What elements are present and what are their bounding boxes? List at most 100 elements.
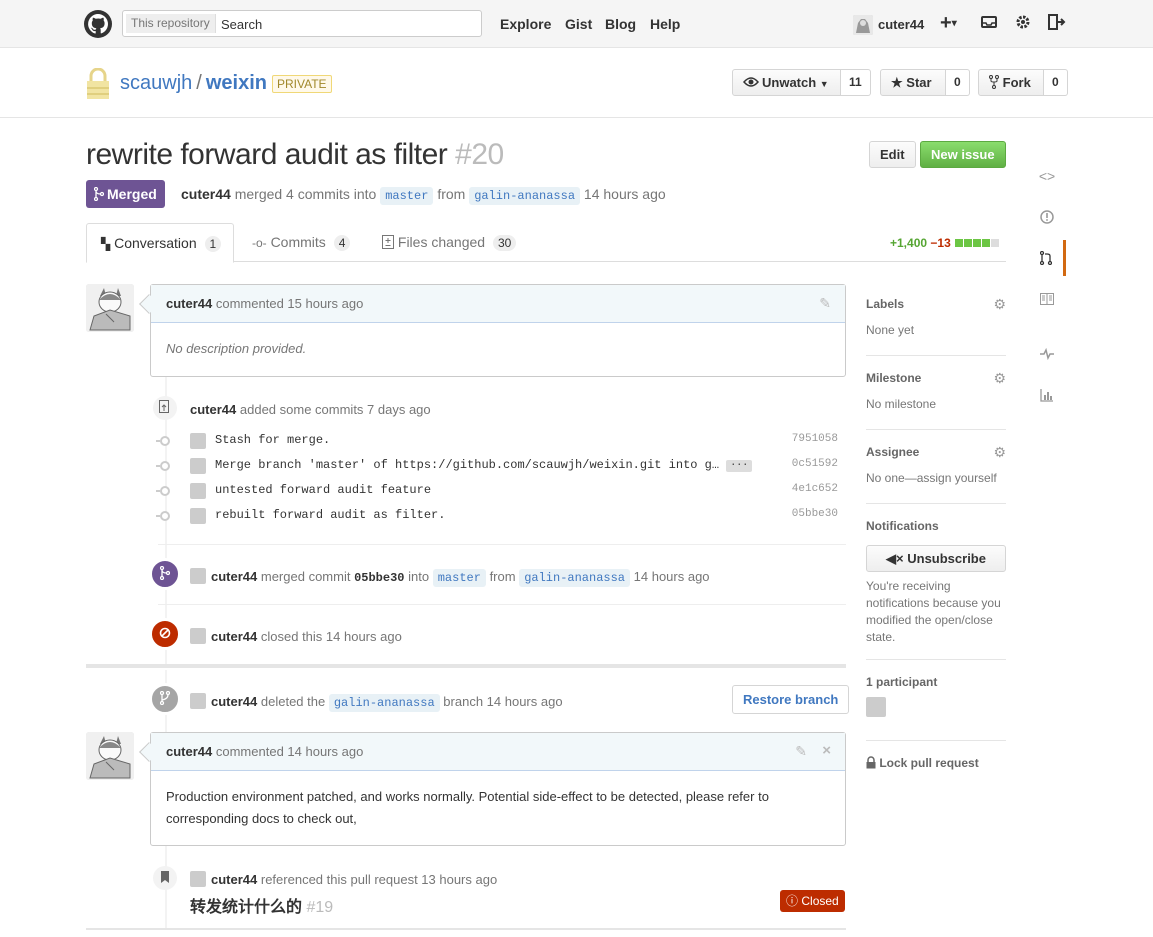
- comment-box: cuter44 commented 14 hours ago ✎ × Produ…: [139, 732, 846, 846]
- sign-out-icon[interactable]: [1048, 14, 1066, 35]
- fork-button[interactable]: Fork: [978, 69, 1044, 96]
- head-branch[interactable]: galin-ananassa: [469, 187, 581, 205]
- search-box[interactable]: This repository: [122, 10, 482, 37]
- sidebar-divider: [866, 503, 1006, 504]
- commit-author-avatar[interactable]: [190, 483, 206, 499]
- tab-files-changed[interactable]: Files changed 30: [382, 223, 517, 262]
- milestone-gear-icon[interactable]: ⚙: [993, 370, 1006, 387]
- repo-owner-link[interactable]: scauwjh: [120, 72, 192, 94]
- tab-commits[interactable]: -o- Commits 4: [252, 223, 351, 262]
- commit-author-avatar[interactable]: [190, 458, 206, 474]
- labels-gear-icon[interactable]: ⚙: [993, 296, 1006, 313]
- pulse-icon[interactable]: [1028, 336, 1066, 372]
- mute-icon: ◀×: [886, 551, 904, 566]
- commit-author-avatar[interactable]: [190, 433, 206, 449]
- tab-files-count: 30: [492, 235, 517, 251]
- nav-blog[interactable]: Blog: [605, 16, 636, 32]
- forks-count[interactable]: 0: [1044, 69, 1068, 96]
- pencil-icon[interactable]: ✎: [819, 295, 831, 312]
- ref-event-author[interactable]: cuter44: [211, 872, 257, 887]
- ref-issue-title[interactable]: 转发统计什么的: [190, 899, 302, 916]
- comment-author[interactable]: cuter44: [166, 296, 212, 311]
- participant-avatar[interactable]: [866, 697, 886, 717]
- merged-head-branch[interactable]: galin-ananassa: [519, 569, 631, 587]
- state-label: Merged: [107, 186, 157, 202]
- chevron-down-icon: ▼: [819, 79, 829, 89]
- commit-message[interactable]: rebuilt forward audit as filter.: [215, 508, 445, 522]
- inbox-icon[interactable]: [981, 14, 997, 35]
- commits-event-author[interactable]: cuter44: [190, 402, 236, 417]
- commit-dot-icon: [156, 461, 170, 471]
- commit-message[interactable]: untested forward audit feature: [215, 483, 431, 497]
- divider: [158, 544, 846, 545]
- issues-icon[interactable]: [1028, 199, 1066, 235]
- event-author-avatar[interactable]: [190, 568, 206, 584]
- lock-pr-label: Lock pull request: [879, 756, 979, 770]
- merged-commit-sha[interactable]: 05bbe30: [354, 571, 404, 585]
- from-text: from: [437, 186, 466, 202]
- fork-label: Fork: [1002, 75, 1031, 90]
- sidebar-divider: [866, 740, 1006, 741]
- unsubscribe-button[interactable]: ◀× Unsubscribe: [866, 545, 1006, 572]
- pull-requests-icon[interactable]: [1028, 240, 1066, 276]
- git-merge-icon: [93, 186, 105, 202]
- nav-help[interactable]: Help: [650, 16, 680, 32]
- pr-author-link[interactable]: cuter44: [181, 186, 231, 202]
- assignee-value[interactable]: No one—assign yourself: [866, 471, 1006, 485]
- new-issue-button[interactable]: New issue: [920, 141, 1006, 168]
- comment-box: cuter44 commented 15 hours ago ✎ No desc…: [139, 284, 846, 377]
- username-link[interactable]: cuter44: [878, 17, 924, 32]
- commit-message-text[interactable]: Merge branch 'master' of https://github.…: [215, 458, 719, 472]
- commit-sha[interactable]: 05bbe30: [792, 508, 838, 520]
- commit-sha[interactable]: 0c51592: [792, 458, 838, 470]
- private-badge: PRIVATE: [272, 75, 332, 93]
- lock-pr-link[interactable]: Lock pull request: [866, 756, 1006, 770]
- star-button[interactable]: ★ Star: [880, 69, 946, 96]
- event-author-avatar[interactable]: [190, 693, 206, 709]
- commit-sha[interactable]: 7951058: [792, 433, 838, 445]
- wiki-icon[interactable]: [1028, 281, 1066, 317]
- event-author-avatar[interactable]: [190, 628, 206, 644]
- closed-event-author[interactable]: cuter44: [211, 629, 257, 644]
- eye-icon: [743, 77, 759, 87]
- merged-base-branch[interactable]: master: [432, 569, 486, 587]
- restore-branch-button[interactable]: Restore branch: [732, 685, 850, 714]
- stars-count[interactable]: 0: [946, 69, 970, 96]
- base-branch[interactable]: master: [380, 187, 434, 205]
- edit-button[interactable]: Edit: [869, 141, 916, 168]
- merged-event-author[interactable]: cuter44: [211, 569, 257, 584]
- comment-author-avatar[interactable]: [86, 732, 134, 780]
- comment-author[interactable]: cuter44: [166, 744, 212, 759]
- commit-sha[interactable]: 4e1c652: [792, 483, 838, 495]
- timeline-divider: [86, 664, 846, 668]
- pr-title-text: rewrite forward audit as filter: [86, 138, 448, 171]
- commit-author-avatar[interactable]: [190, 508, 206, 524]
- assignee-gear-icon[interactable]: ⚙: [993, 444, 1006, 461]
- commit-icon: -o-: [252, 236, 267, 250]
- branch-deleted-icon: [149, 683, 181, 715]
- ref-issue-link[interactable]: 转发统计什么的 #19: [190, 893, 333, 917]
- repo-name-link[interactable]: weixin: [206, 72, 267, 94]
- pencil-icon[interactable]: ✎: [795, 743, 807, 760]
- comment-author-avatar[interactable]: [86, 284, 134, 332]
- create-new-icon[interactable]: +▾: [940, 12, 957, 35]
- nav-explore[interactable]: Explore: [500, 16, 551, 32]
- tab-conversation[interactable]: ▚ Conversation 1: [86, 223, 234, 263]
- gear-icon[interactable]: [1015, 14, 1031, 35]
- deleted-event-author[interactable]: cuter44: [211, 694, 257, 709]
- watchers-count[interactable]: 11: [841, 69, 871, 96]
- close-icon[interactable]: ×: [822, 742, 831, 759]
- nav-gist[interactable]: Gist: [565, 16, 592, 32]
- user-avatar[interactable]: [853, 15, 873, 35]
- code-icon[interactable]: <>: [1028, 158, 1066, 194]
- merged-event-text2: into: [408, 569, 430, 584]
- event-author-avatar[interactable]: [190, 871, 206, 887]
- graphs-icon[interactable]: [1028, 377, 1066, 413]
- commit-message[interactable]: Stash for merge.: [215, 433, 330, 447]
- unwatch-button[interactable]: Unwatch ▼: [732, 69, 841, 96]
- tab-conversation-label: Conversation: [114, 235, 197, 251]
- github-logo-icon[interactable]: [84, 10, 112, 38]
- expand-ellipsis-button[interactable]: ···: [726, 460, 753, 472]
- search-input[interactable]: [221, 15, 471, 33]
- commits-event-text: cuter44 added some commits 7 days ago: [190, 402, 431, 417]
